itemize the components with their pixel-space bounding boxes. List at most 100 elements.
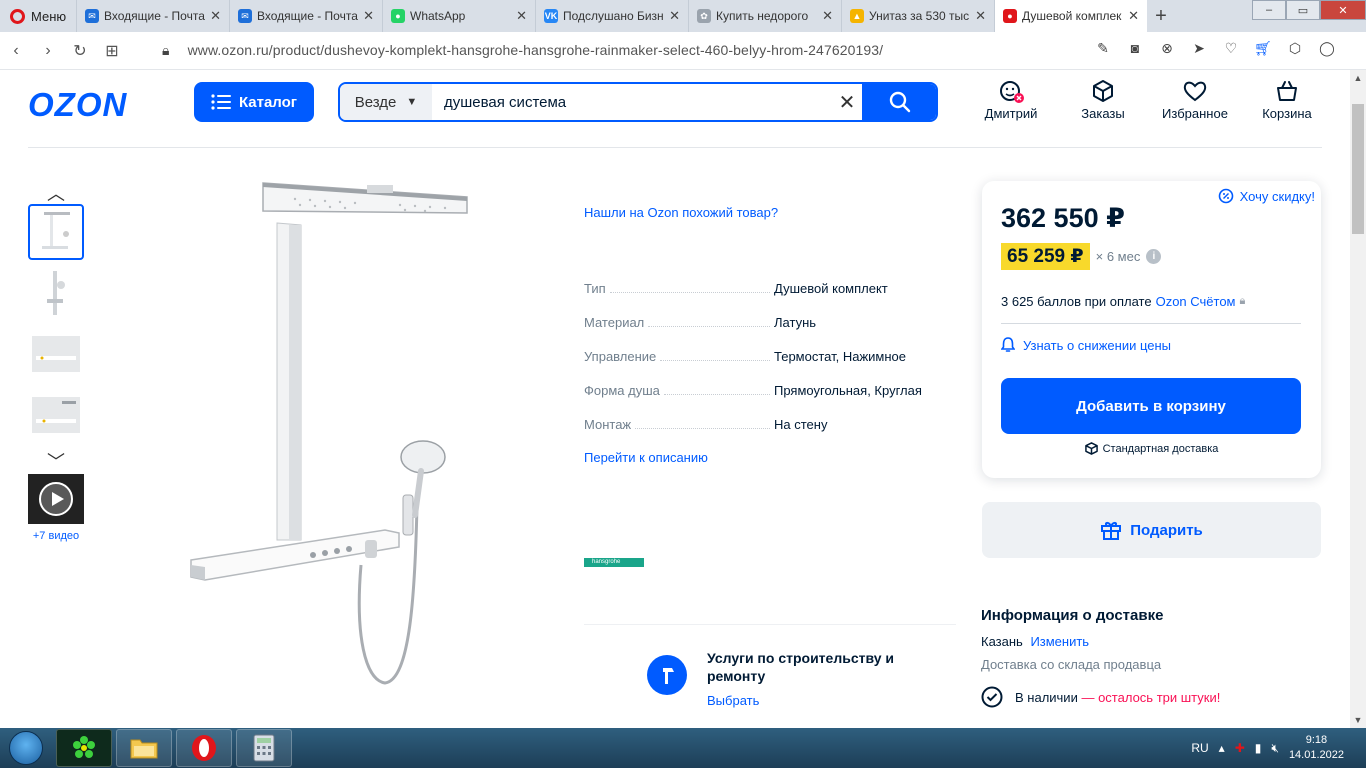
send-icon[interactable]: ➤: [1190, 40, 1208, 60]
gift-button[interactable]: Подарить: [982, 502, 1321, 558]
card-divider: [1001, 323, 1301, 324]
browser-tab[interactable]: ● Душевой комплек ✕: [994, 0, 1147, 32]
catalog-label: Каталог: [238, 93, 298, 111]
scroll-up-icon[interactable]: ▲: [1350, 70, 1366, 86]
browser-tab[interactable]: VK Подслушано Бизн ✕: [535, 0, 688, 32]
camera-icon[interactable]: ◙: [1126, 40, 1144, 60]
header-cart-label: Корзина: [1262, 106, 1312, 121]
new-tab-button[interactable]: +: [1147, 5, 1175, 28]
product-image[interactable]: [185, 175, 485, 692]
cube-icon[interactable]: ⬡: [1286, 40, 1304, 60]
product-attributes: Нашли на Ozon похожий товар? Тип Душевой …: [584, 205, 956, 465]
dotted-leader: [648, 326, 770, 327]
search-scope-select[interactable]: Везде ▼: [340, 84, 432, 120]
signal-icon[interactable]: ▮: [1255, 741, 1262, 755]
ozon-account-link[interactable]: Ozon Счётом: [1156, 294, 1236, 309]
browser-tab[interactable]: ✉ Входящие - Почта ✕: [229, 0, 382, 32]
thumbnail[interactable]: [28, 204, 84, 260]
info-icon[interactable]: i: [1146, 249, 1162, 264]
services-select-link[interactable]: Выбрать: [707, 693, 759, 708]
attribute-key-label: Тип: [584, 281, 606, 296]
attribute-value: Душевой комплект: [774, 281, 888, 296]
tab-title: Душевой комплек: [1022, 9, 1122, 23]
search-button[interactable]: [862, 84, 936, 120]
more-videos-link[interactable]: +7 видео: [28, 530, 84, 542]
header-user[interactable]: Дмитрий: [965, 78, 1057, 121]
taskbar-opera[interactable]: [176, 729, 232, 767]
chevron-down-icon[interactable]: ﹀: [28, 448, 84, 472]
thumbnail[interactable]: [28, 387, 84, 443]
clear-search-icon[interactable]: ✕: [832, 90, 862, 115]
change-city-link[interactable]: Изменить: [1030, 634, 1089, 649]
forward-icon[interactable]: ›: [32, 42, 64, 60]
cart-icon[interactable]: 🛒︎: [1254, 40, 1272, 60]
tab-close-icon[interactable]: ✕: [1128, 8, 1139, 24]
ozon-logo[interactable]: OZON: [28, 86, 127, 124]
folder-icon: [130, 739, 158, 759]
tab-close-icon[interactable]: ✕: [363, 8, 374, 24]
language-indicator[interactable]: RU: [1191, 741, 1208, 755]
taskbar-icq[interactable]: [56, 729, 112, 767]
header-orders[interactable]: Заказы: [1057, 78, 1149, 121]
url-field[interactable]: 🔒︎ www.ozon.ru/product/dushevoy-komplekt…: [162, 42, 883, 59]
attribute-key-label: Материал: [584, 315, 645, 330]
tab-close-icon[interactable]: ✕: [822, 8, 833, 24]
header-favorites[interactable]: Избранное: [1149, 78, 1241, 121]
clock[interactable]: 9:18 14.01.2022: [1289, 733, 1344, 763]
tab-close-icon[interactable]: ✕: [210, 8, 221, 24]
catalog-button[interactable]: Каталог: [194, 82, 314, 122]
opera-menu-button[interactable]: Меню: [0, 0, 76, 32]
address-bar: ‹ › ↻ ⊞ 🔒︎ www.ozon.ru/product/dushevoy-…: [0, 32, 1366, 70]
minimize-button[interactable]: –: [1252, 0, 1286, 20]
tab-close-icon[interactable]: ✕: [669, 8, 680, 24]
reload-icon[interactable]: ↻: [64, 41, 96, 61]
shower-interior-thumbnail-image: [32, 397, 80, 433]
edit-icon[interactable]: ✎: [1094, 40, 1112, 60]
window-controls: – ▭ ✕: [1252, 0, 1366, 20]
go-to-description-link[interactable]: Перейти к описанию: [584, 450, 956, 465]
volume-muted-icon[interactable]: 🔇︎: [1271, 741, 1279, 756]
maximize-button[interactable]: ▭: [1286, 0, 1320, 20]
thumbnail[interactable]: [28, 265, 84, 321]
taskbar-explorer[interactable]: [116, 729, 172, 767]
tray-arrow-icon[interactable]: ▴: [1219, 741, 1225, 755]
antivirus-icon[interactable]: ✚: [1235, 741, 1245, 755]
taskbar-calculator[interactable]: [236, 729, 292, 767]
services-banner[interactable]: Услуги по строительству и ремонту Выбрат…: [584, 624, 956, 727]
product-price: 362 550 ₽: [1001, 203, 1125, 233]
page-scrollbar[interactable]: ▲ ▼: [1350, 70, 1366, 728]
bag-icon: [1277, 81, 1297, 101]
adblock-icon[interactable]: ⊗: [1158, 40, 1176, 60]
delivery-info: Информация о доставке Казань Изменить До…: [981, 607, 1321, 708]
icq-flower-icon: [73, 736, 95, 758]
browser-tab[interactable]: ✿ Купить недорого ✕: [688, 0, 841, 32]
chevron-up-icon[interactable]: ︿: [28, 180, 84, 204]
add-to-cart-button[interactable]: Добавить в корзину: [1001, 378, 1301, 434]
scrollbar-thumb[interactable]: [1352, 104, 1364, 234]
close-window-button[interactable]: ✕: [1320, 0, 1366, 20]
thumbnail[interactable]: [28, 326, 84, 382]
price-drop-notify-link[interactable]: Узнать о снижении цены: [1001, 337, 1171, 353]
search-icon: [889, 91, 911, 113]
video-thumbnail[interactable]: [28, 474, 84, 524]
back-icon[interactable]: ‹: [0, 42, 32, 60]
speed-dial-icon[interactable]: ⊞: [96, 41, 128, 61]
browser-tab[interactable]: ✉ Входящие - Почта ✕: [76, 0, 229, 32]
want-discount-link[interactable]: Хочу скидку!: [1218, 188, 1315, 204]
similar-product-link[interactable]: Нашли на Ozon похожий товар?: [584, 205, 956, 220]
tab-close-icon[interactable]: ✕: [516, 8, 527, 24]
brand-logo[interactable]: hansgrohe: [584, 558, 644, 567]
attribute-row: Форма душа Прямоугольная, Круглая: [584, 364, 956, 398]
browser-tab[interactable]: ▲ Унитаз за 530 тыс ✕: [841, 0, 994, 32]
browser-tab[interactable]: ● WhatsApp ✕: [382, 0, 535, 32]
header-cart[interactable]: Корзина: [1241, 78, 1333, 121]
search-input[interactable]: [432, 84, 832, 120]
tab-favicon-icon: ✿: [697, 9, 711, 23]
start-button[interactable]: [0, 728, 52, 768]
bookmark-heart-icon[interactable]: ♡: [1222, 40, 1240, 60]
delivery-city: Казань Изменить: [981, 634, 1321, 649]
tab-close-icon[interactable]: ✕: [975, 8, 986, 24]
scroll-down-icon[interactable]: ▼: [1350, 712, 1366, 728]
tab-title: Унитаз за 530 тыс: [869, 9, 970, 23]
profile-icon[interactable]: ◯: [1318, 40, 1336, 60]
